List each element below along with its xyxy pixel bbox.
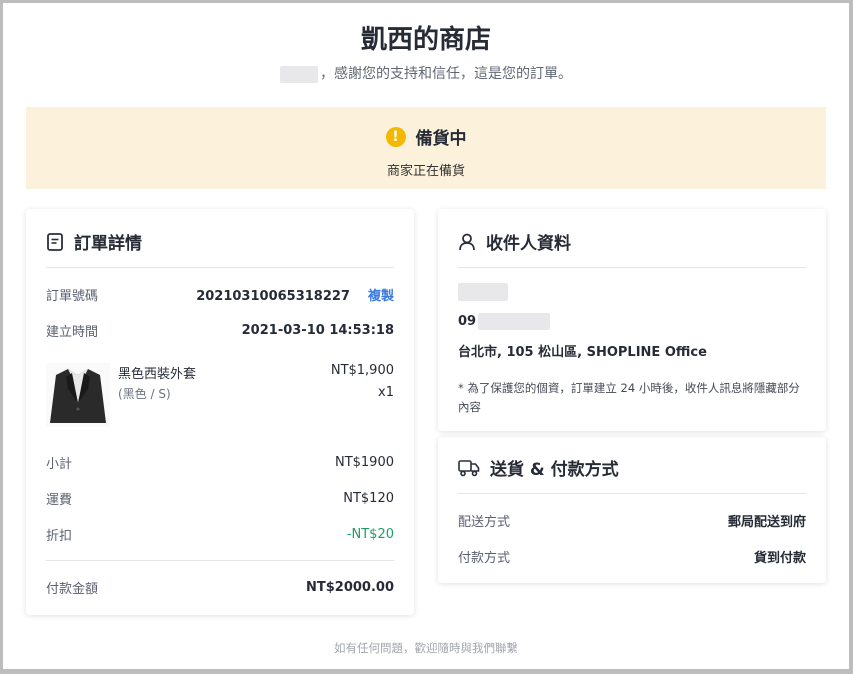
created-time-label: 建立時間 bbox=[46, 325, 99, 340]
status-banner: ! 備貨中 商家正在備貨 bbox=[26, 107, 826, 189]
shipping-row: 運費 NT$120 bbox=[46, 489, 394, 508]
discount-label: 折扣 bbox=[46, 529, 73, 544]
thanks-text: ，感謝您的支持和信任，這是您的訂單。 bbox=[320, 66, 572, 82]
recipient-card-title: 收件人資料 bbox=[486, 234, 571, 254]
divider bbox=[458, 493, 806, 494]
store-title: 凱西的商店 bbox=[360, 25, 491, 55]
subtotal-label: 小計 bbox=[46, 457, 73, 472]
divider bbox=[46, 560, 394, 561]
person-icon bbox=[459, 233, 475, 250]
product-price: NT$1,900 bbox=[330, 363, 394, 378]
redacted-recipient-name bbox=[458, 283, 508, 301]
product-quantity: x1 bbox=[378, 385, 394, 400]
total-value: NT$2000.00 bbox=[305, 580, 394, 595]
delivery-method: 郵局配送到府 bbox=[727, 515, 806, 530]
delivery-payment-card: 送貨 & 付款方式 配送方式 郵局配送到府 付款方式 貨到付款 bbox=[438, 437, 826, 583]
redacted-phone bbox=[478, 313, 551, 330]
redacted-customer-name bbox=[280, 65, 318, 83]
delivery-card-title: 送貨 & 付款方式 bbox=[490, 460, 619, 480]
payment-method-label: 付款方式 bbox=[458, 551, 511, 566]
subtotal-value: NT$1900 bbox=[334, 455, 394, 470]
recipient-name bbox=[458, 283, 508, 301]
delivery-method-label: 配送方式 bbox=[458, 515, 511, 530]
order-number-row: 訂單號碼 20210310065318227 複製 bbox=[46, 285, 394, 304]
document-icon bbox=[47, 232, 63, 251]
payment-method-row: 付款方式 貨到付款 bbox=[458, 547, 806, 566]
privacy-note: * 為了保護您的個資，訂單建立 24 小時後，收件人訊息將隱藏部分內容 bbox=[458, 381, 800, 414]
order-number-label: 訂單號碼 bbox=[46, 289, 99, 304]
discount-row: 折扣 -NT$20 bbox=[46, 525, 394, 544]
truck-icon bbox=[458, 459, 480, 476]
divider bbox=[458, 267, 806, 268]
discount-value: -NT$20 bbox=[346, 527, 394, 542]
recipient-phone: 09 bbox=[458, 313, 551, 330]
divider bbox=[46, 267, 394, 268]
recipient-card: 收件人資料 09 台北市, 105 松山區, SHOPLINE Office *… bbox=[438, 209, 826, 431]
status-description: 商家正在備貨 bbox=[386, 164, 465, 179]
status-title: 備貨中 bbox=[415, 129, 467, 149]
exclamation-icon: ! bbox=[385, 126, 406, 147]
product-variant: (黑色 / S) bbox=[118, 387, 171, 401]
total-row: 付款金額 NT$2000.00 bbox=[46, 578, 394, 597]
copy-button[interactable]: 複製 bbox=[368, 289, 394, 304]
total-label: 付款金額 bbox=[46, 582, 99, 597]
created-time: 2021-03-10 14:53:18 bbox=[241, 323, 394, 338]
order-card-title: 訂單詳情 bbox=[74, 234, 142, 254]
phone-prefix: 09 bbox=[458, 314, 477, 329]
thanks-subtitle: ，感謝您的支持和信任，這是您的訂單。 bbox=[3, 63, 849, 83]
shipping-value: NT$120 bbox=[343, 491, 394, 506]
order-number: 20210310065318227 bbox=[196, 289, 350, 304]
blazer-icon bbox=[50, 369, 106, 423]
recipient-address: 台北市, 105 松山區, SHOPLINE Office bbox=[458, 345, 707, 360]
subtotal-row: 小計 NT$1900 bbox=[46, 453, 394, 472]
product-image bbox=[46, 363, 110, 427]
order-details-card: 訂單詳情 訂單號碼 20210310065318227 複製 建立時間 2021-… bbox=[26, 209, 414, 615]
footer-contact-text: 如有任何問題，歡迎隨時與我們聯繫 bbox=[334, 641, 518, 655]
shipping-label: 運費 bbox=[46, 493, 73, 508]
payment-method: 貨到付款 bbox=[753, 551, 806, 566]
page: 凱西的商店 ，感謝您的支持和信任，這是您的訂單。 ! 備貨中 商家正在備貨 訂單… bbox=[3, 3, 849, 669]
delivery-method-row: 配送方式 郵局配送到府 bbox=[458, 511, 806, 530]
created-time-row: 建立時間 2021-03-10 14:53:18 bbox=[46, 321, 394, 340]
product-name[interactable]: 黑色西裝外套 bbox=[118, 363, 196, 382]
